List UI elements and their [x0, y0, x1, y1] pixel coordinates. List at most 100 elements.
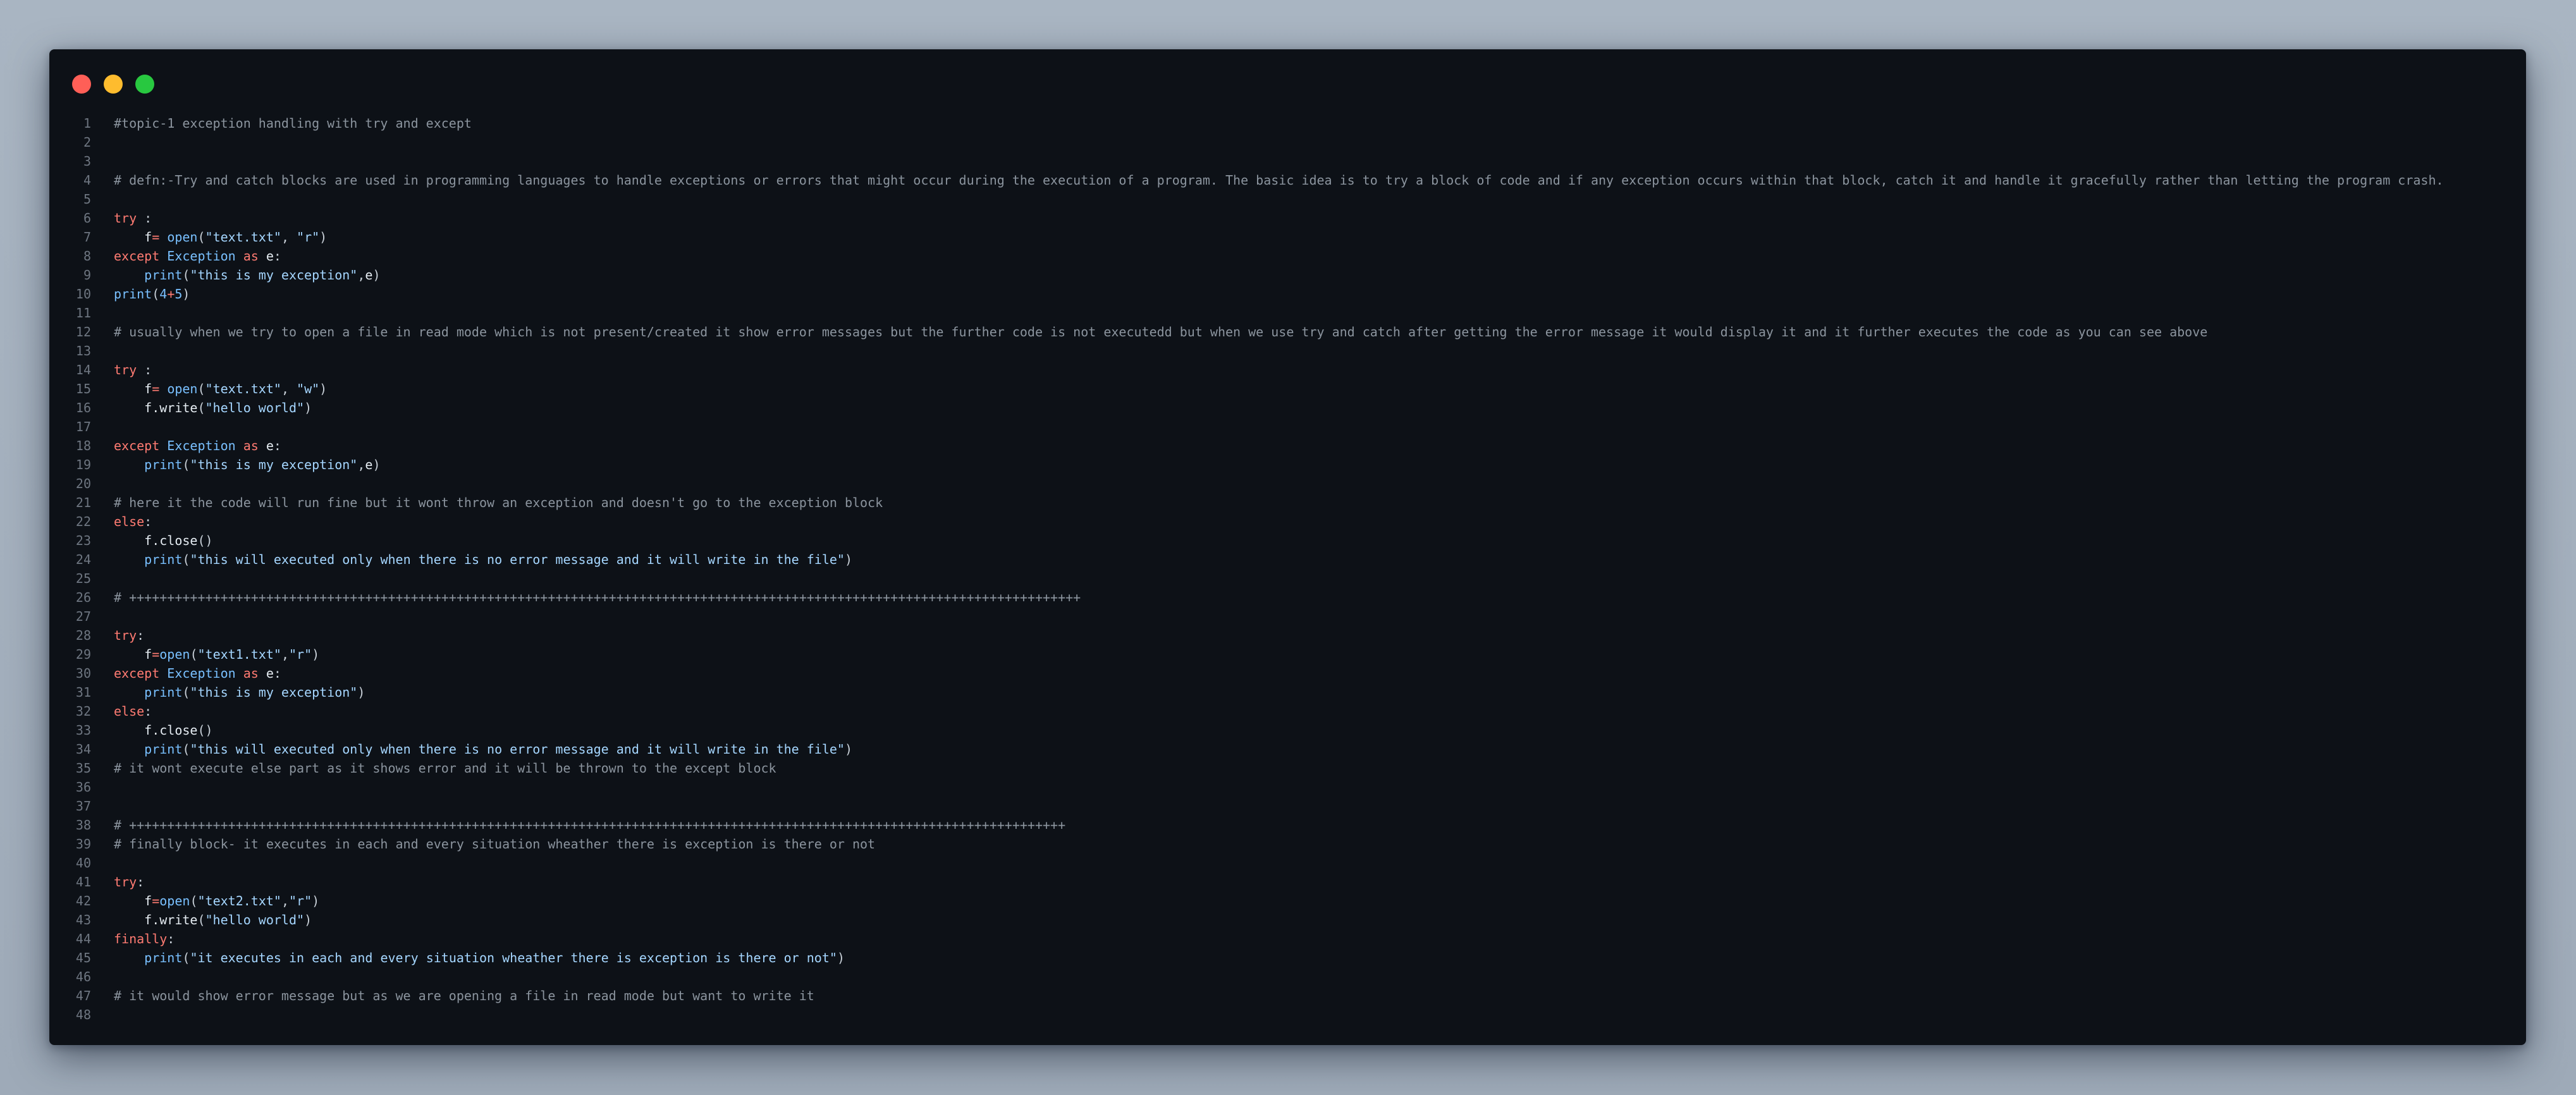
- code-line[interactable]: 6 try :: [49, 209, 2526, 228]
- code-editor[interactable]: 1 #topic-1 exception handling with try an…: [49, 114, 2526, 1024]
- line-number: 36: [75, 780, 91, 795]
- line-number: 40: [75, 855, 91, 871]
- token-punct: (: [190, 647, 198, 662]
- token-punct: ,: [357, 267, 365, 283]
- line-number: 4: [83, 173, 91, 188]
- maximize-window-button[interactable]: [135, 75, 154, 94]
- code-line[interactable]: 32 else:: [49, 702, 2526, 721]
- line-content: print(4+5): [114, 284, 190, 303]
- code-line[interactable]: 11: [49, 303, 2526, 322]
- code-line[interactable]: 20: [49, 474, 2526, 493]
- code-line[interactable]: 16 f.write("hello world"): [49, 398, 2526, 417]
- code-line[interactable]: 37: [49, 797, 2526, 816]
- line-content: f.close(): [114, 531, 212, 550]
- token-punct: (: [190, 893, 198, 908]
- token-punct: ): [372, 457, 381, 472]
- code-line[interactable]: 38 # ++++++++++++++++++++++++++++++++++++…: [49, 816, 2526, 835]
- line-content: # defn:-Try and catch blocks are used in…: [114, 171, 2444, 190]
- line-content: print("this will executed only when ther…: [114, 740, 852, 759]
- code-line[interactable]: 17: [49, 417, 2526, 436]
- token-punct: ): [844, 742, 853, 757]
- line-content: f=open("text1.txt","r"): [114, 645, 319, 664]
- token-comment: # defn:-Try and catch blocks are used in…: [114, 173, 2444, 188]
- line-content: except Exception as e:: [114, 664, 281, 683]
- code-line[interactable]: 47 # it would show error message but as w…: [49, 986, 2526, 1005]
- code-line[interactable]: 40: [49, 853, 2526, 872]
- line-number: 21: [75, 495, 91, 510]
- line-content: print("this is my exception",e): [114, 455, 380, 474]
- code-line[interactable]: 35 # it wont execute else part as it show…: [49, 759, 2526, 778]
- code-line[interactable]: 42 f=open("text2.txt","r"): [49, 891, 2526, 910]
- code-line[interactable]: 1 #topic-1 exception handling with try an…: [49, 114, 2526, 133]
- token-punct: :: [144, 514, 152, 529]
- code-line[interactable]: 3: [49, 152, 2526, 171]
- line-content: f=open("text2.txt","r"): [114, 891, 319, 910]
- code-line[interactable]: 10 print(4+5): [49, 284, 2526, 303]
- token-punct: (: [182, 685, 190, 700]
- code-line[interactable]: 24 print("this will executed only when t…: [49, 550, 2526, 569]
- code-line[interactable]: 13: [49, 341, 2526, 360]
- code-line[interactable]: 15 f= open("text.txt", "w"): [49, 379, 2526, 398]
- code-line[interactable]: 36: [49, 778, 2526, 797]
- line-content: try:: [114, 626, 144, 645]
- token-string: "text2.txt": [197, 893, 281, 908]
- code-line[interactable]: 27: [49, 607, 2526, 626]
- line-content: #topic-1 exception handling with try and…: [114, 114, 472, 133]
- code-line[interactable]: 9 print("this is my exception",e): [49, 266, 2526, 284]
- code-line[interactable]: 45 print("it executes in each and every …: [49, 948, 2526, 967]
- token-keyword: as: [243, 666, 259, 681]
- code-line[interactable]: 44 finally:: [49, 929, 2526, 948]
- token-punct: :: [273, 438, 281, 453]
- token-op: =: [152, 381, 160, 396]
- code-line[interactable]: 2: [49, 133, 2526, 152]
- minimize-window-button[interactable]: [104, 75, 123, 94]
- token-punct: (: [197, 229, 205, 245]
- code-line[interactable]: 22 else:: [49, 512, 2526, 531]
- code-line[interactable]: 7 f= open("text.txt", "r"): [49, 228, 2526, 247]
- line-number: 43: [75, 912, 91, 927]
- token-comment: # it would show error message but as we …: [114, 988, 814, 1003]
- code-line[interactable]: 18 except Exception as e:: [49, 436, 2526, 455]
- code-line[interactable]: 30 except Exception as e:: [49, 664, 2526, 683]
- code-line[interactable]: 48: [49, 1005, 2526, 1024]
- code-line[interactable]: 34 print("this will executed only when t…: [49, 740, 2526, 759]
- token-string: "it executes in each and every situation…: [190, 950, 837, 965]
- line-number: 37: [75, 798, 91, 814]
- token-ident: f: [144, 229, 152, 245]
- code-line[interactable]: 46: [49, 967, 2526, 986]
- window-titlebar: [49, 49, 2526, 113]
- code-line[interactable]: 26 # ++++++++++++++++++++++++++++++++++++…: [49, 588, 2526, 607]
- line-number: 24: [75, 552, 91, 567]
- code-line[interactable]: 5: [49, 190, 2526, 209]
- token-punct: :: [137, 874, 145, 890]
- code-line[interactable]: 19 print("this is my exception",e): [49, 455, 2526, 474]
- code-line[interactable]: 8 except Exception as e:: [49, 247, 2526, 266]
- code-line[interactable]: 23 f.close(): [49, 531, 2526, 550]
- code-line[interactable]: 43 f.write("hello world"): [49, 910, 2526, 929]
- line-number: 13: [75, 343, 91, 358]
- code-line[interactable]: 41 try:: [49, 872, 2526, 891]
- token-func: open: [159, 893, 190, 908]
- token-func: print: [144, 685, 183, 700]
- code-line[interactable]: 12 # usually when we try to open a file i…: [49, 322, 2526, 341]
- code-window: 1 #topic-1 exception handling with try an…: [49, 49, 2526, 1045]
- code-line[interactable]: 21 # here it the code will run fine but i…: [49, 493, 2526, 512]
- token-punct: ,: [281, 893, 289, 908]
- code-line[interactable]: 29 f=open("text1.txt","r"): [49, 645, 2526, 664]
- close-window-button[interactable]: [72, 75, 91, 94]
- code-line[interactable]: 28 try:: [49, 626, 2526, 645]
- token-op: =: [152, 893, 160, 908]
- token-punct: (: [182, 267, 190, 283]
- code-line[interactable]: 33 f.close(): [49, 721, 2526, 740]
- code-line[interactable]: 25: [49, 569, 2526, 588]
- code-line[interactable]: 39 # finally block- it executes in each a…: [49, 835, 2526, 853]
- token-punct: (: [197, 400, 205, 415]
- code-line[interactable]: 4 # defn:-Try and catch blocks are used i…: [49, 171, 2526, 190]
- code-line[interactable]: 31 print("this is my exception"): [49, 683, 2526, 702]
- code-line[interactable]: 14 try :: [49, 360, 2526, 379]
